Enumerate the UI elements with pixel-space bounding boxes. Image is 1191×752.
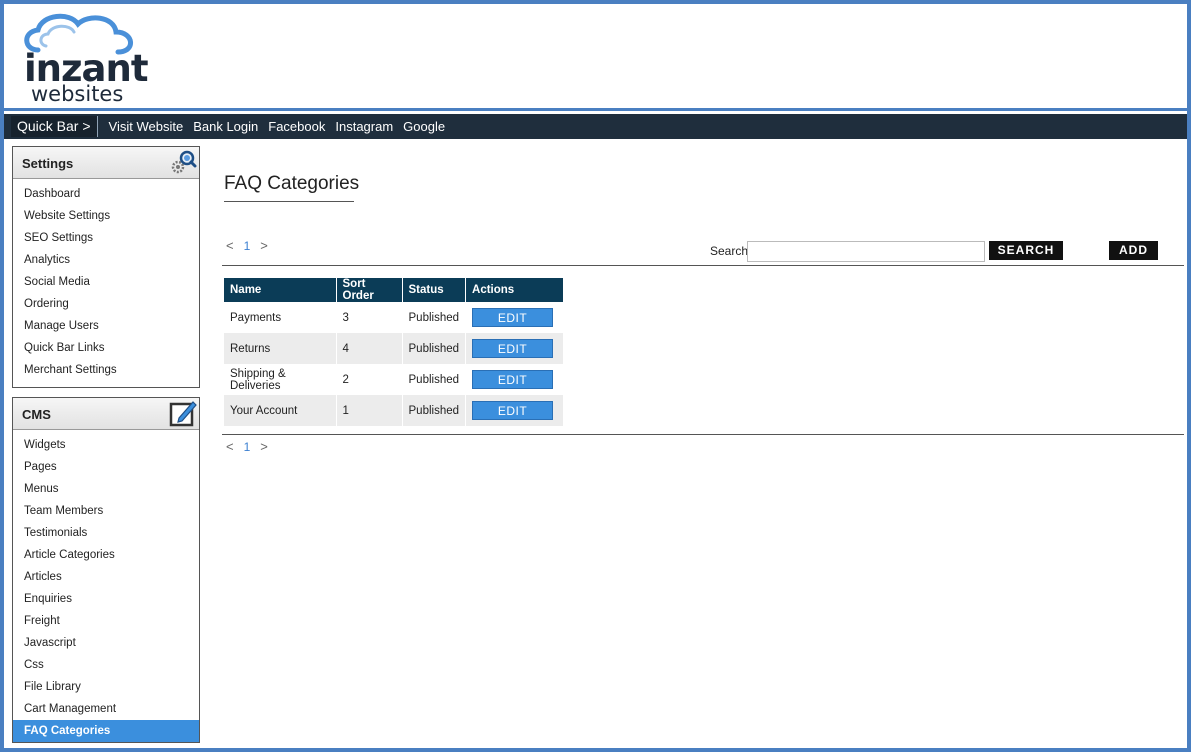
pager-prev-button[interactable]: < [226, 238, 234, 253]
cell-name: Shipping & Deliveries [224, 364, 337, 395]
cell-name: Payments [224, 302, 337, 333]
settings-panel-title: Settings [22, 156, 74, 171]
search-button[interactable]: SEARCH [989, 241, 1063, 260]
sidebar-item-freight[interactable]: Freight [13, 610, 199, 632]
search-label: Search [710, 244, 749, 258]
cell-sort-order: 4 [336, 333, 403, 364]
pager-next-button[interactable]: > [260, 439, 268, 454]
logo[interactable]: inzant websites [18, 10, 149, 106]
sidebar-item-articles[interactable]: Articles [13, 566, 199, 588]
sidebar-item-social-media[interactable]: Social Media [13, 271, 199, 293]
sidebar-item-cart-management[interactable]: Cart Management [13, 698, 199, 720]
cms-panel-title: CMS [22, 407, 51, 422]
cell-actions: EDIT [465, 364, 565, 395]
quick-link-visit-website[interactable]: Visit Website [109, 114, 184, 139]
quick-link-instagram[interactable]: Instagram [335, 114, 393, 139]
cell-actions: EDIT [465, 395, 565, 426]
sidebar-item-file-library[interactable]: File Library [13, 676, 199, 698]
divider-top [222, 265, 1184, 266]
cms-panel-header: CMS [13, 398, 199, 430]
search-input[interactable] [747, 241, 985, 262]
quick-bar-label: Quick Bar > [11, 116, 98, 137]
gears-search-icon [171, 150, 197, 174]
sidebar-item-testimonials[interactable]: Testimonials [13, 522, 199, 544]
sidebar-item-website-settings[interactable]: Website Settings [13, 205, 199, 227]
edit-pencil-icon [169, 401, 197, 427]
sidebar-item-widgets[interactable]: Widgets [13, 434, 199, 456]
sidebar-item-seo-settings[interactable]: SEO Settings [13, 227, 199, 249]
pagination-bottom: < 1 > [226, 439, 268, 454]
settings-panel: Settings Dashboard Website Settings SEO … [12, 146, 200, 388]
quick-link-google[interactable]: Google [403, 114, 445, 139]
page-title: FAQ Categories [224, 173, 360, 194]
app-frame: inzant websites Quick Bar > Visit Websit… [0, 0, 1191, 752]
sidebar-item-enquiries[interactable]: Enquiries [13, 588, 199, 610]
sidebar-item-menus[interactable]: Menus [13, 478, 199, 500]
sidebar-item-pages[interactable]: Pages [13, 456, 199, 478]
faq-categories-table: Name Sort Order Status Actions Payments … [224, 278, 565, 426]
pager-next-button[interactable]: > [260, 238, 268, 253]
edit-button[interactable]: EDIT [472, 401, 554, 420]
pager-prev-button[interactable]: < [226, 439, 234, 454]
table-row: Payments 3 Published EDIT [224, 302, 565, 333]
logo-subtitle: websites [31, 82, 124, 106]
cell-status: Published [402, 333, 467, 364]
cell-name: Returns [224, 333, 337, 364]
add-button[interactable]: ADD [1109, 241, 1158, 260]
cell-sort-order: 1 [336, 395, 403, 426]
cell-status: Published [402, 364, 467, 395]
sidebar-item-css[interactable]: Css [13, 654, 199, 676]
cell-actions: EDIT [465, 302, 565, 333]
column-header-actions: Actions [465, 278, 565, 302]
sidebar-item-quick-bar-links[interactable]: Quick Bar Links [13, 337, 199, 359]
sidebar-item-faq-categories[interactable]: FAQ Categories [13, 720, 199, 742]
table-row: Shipping & Deliveries 2 Published EDIT [224, 364, 565, 395]
divider-bottom [222, 434, 1184, 435]
cell-sort-order: 3 [336, 302, 403, 333]
cell-sort-order: 2 [336, 364, 403, 395]
edit-button[interactable]: EDIT [472, 339, 554, 358]
title-underline [224, 201, 354, 202]
cell-status: Published [402, 395, 467, 426]
sidebar-item-analytics[interactable]: Analytics [13, 249, 199, 271]
sidebar-item-manage-users[interactable]: Manage Users [13, 315, 199, 337]
sidebar-item-ordering[interactable]: Ordering [13, 293, 199, 315]
edit-button[interactable]: EDIT [472, 370, 554, 389]
table-row: Your Account 1 Published EDIT [224, 395, 565, 426]
cell-status: Published [402, 302, 467, 333]
sidebar-item-article-categories[interactable]: Article Categories [13, 544, 199, 566]
edit-button[interactable]: EDIT [472, 308, 554, 327]
table-header-row: Name Sort Order Status Actions [224, 278, 565, 302]
quick-bar: Quick Bar > Visit Website Bank Login Fac… [4, 114, 1187, 139]
cell-name: Your Account [224, 395, 337, 426]
table-row: Returns 4 Published EDIT [224, 333, 565, 364]
sidebar: Settings Dashboard Website Settings SEO … [12, 146, 200, 748]
header: inzant websites [4, 4, 1187, 111]
column-header-sort-order[interactable]: Sort Order [336, 278, 403, 302]
sidebar-item-team-members[interactable]: Team Members [13, 500, 199, 522]
quick-link-bank-login[interactable]: Bank Login [193, 114, 258, 139]
pagination-top: < 1 > [226, 238, 268, 253]
sidebar-item-merchant-settings[interactable]: Merchant Settings [13, 359, 199, 381]
column-header-status[interactable]: Status [402, 278, 467, 302]
cell-actions: EDIT [465, 333, 565, 364]
sidebar-item-javascript[interactable]: Javascript [13, 632, 199, 654]
pager-page-1[interactable]: 1 [244, 239, 251, 253]
sidebar-item-dashboard[interactable]: Dashboard [13, 183, 199, 205]
column-header-name[interactable]: Name [224, 278, 337, 302]
cms-panel: CMS Widgets Pages Menus Team Members Tes… [12, 397, 200, 743]
settings-panel-header: Settings [13, 147, 199, 179]
pager-page-1[interactable]: 1 [244, 440, 251, 454]
quick-link-facebook[interactable]: Facebook [268, 114, 325, 139]
